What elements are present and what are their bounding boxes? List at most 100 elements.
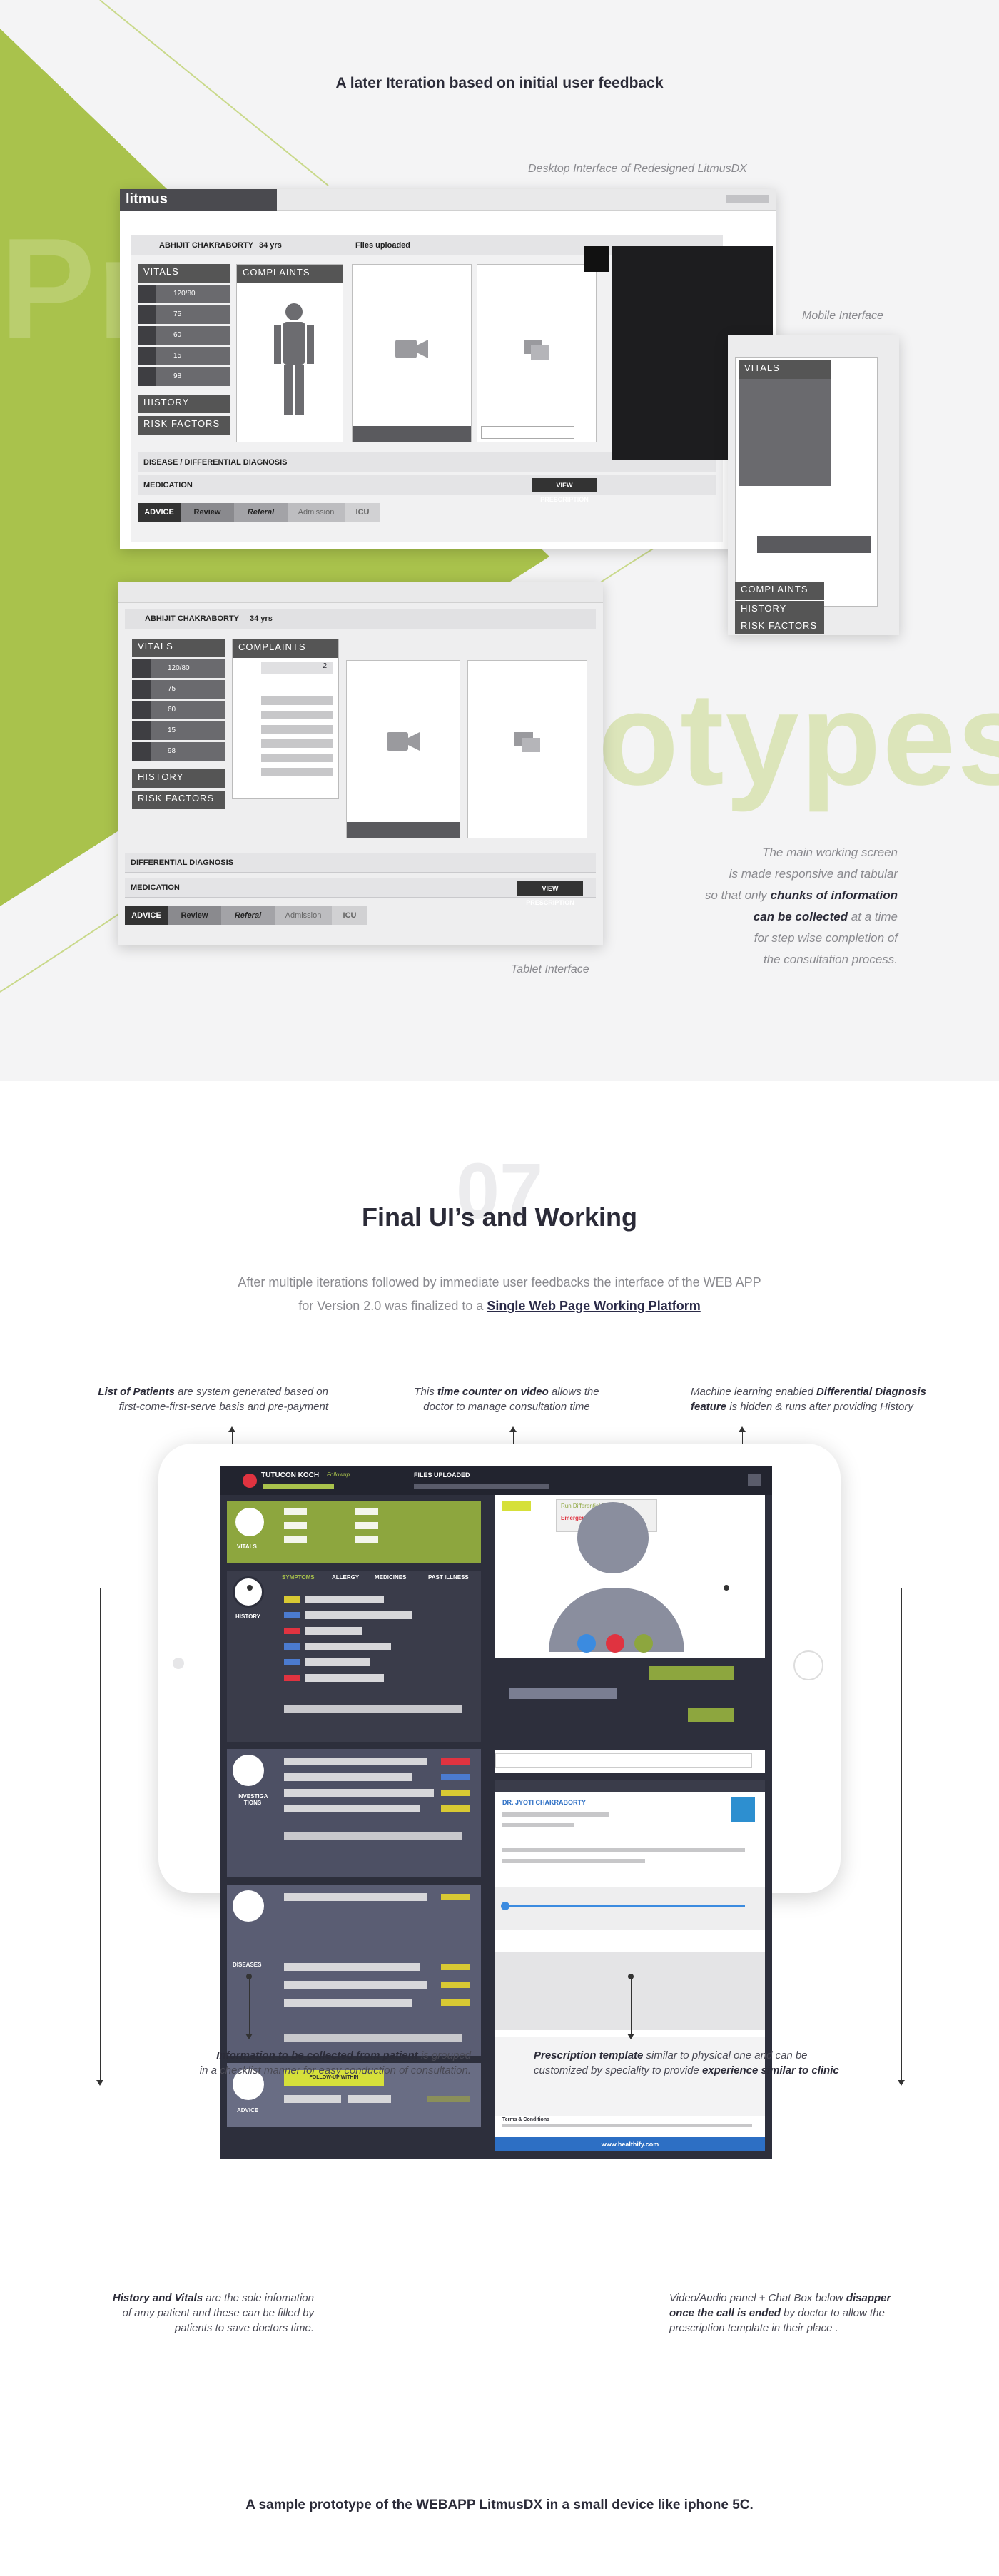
tablet-tab-advice[interactable]: ADVICE bbox=[125, 906, 168, 925]
mobile-mockup: VITALS COMPLAINTS HISTORY RISK FACTORS bbox=[728, 335, 899, 635]
app-files-uploaded: FILES UPLOADED bbox=[414, 1471, 470, 1479]
tablet-view-prescription-button[interactable]: VIEW PRESCRIPTION bbox=[517, 881, 583, 906]
note-info-t1: is grouped bbox=[417, 2049, 471, 2062]
mute-icon[interactable] bbox=[577, 1634, 596, 1653]
tablet-patient-age: 34 yrs bbox=[250, 614, 273, 623]
note-ml: Machine learning enabled Differential Di… bbox=[691, 1384, 962, 1414]
slider-handle[interactable] bbox=[501, 1902, 509, 1910]
chat-input[interactable] bbox=[481, 426, 574, 439]
tablet-vital-spo2: 98 bbox=[168, 747, 176, 755]
tablet-tab-review[interactable]: Review bbox=[168, 906, 221, 925]
view-prescription-button[interactable]: VIEW PRESCRIPTION bbox=[532, 478, 597, 503]
note-rx-t2b: experience similar to clinic bbox=[701, 2064, 839, 2076]
edit-icon[interactable] bbox=[584, 246, 609, 272]
note-hist-bold: History and Vitals bbox=[112, 2292, 203, 2304]
portfolio-page: Pr otypes A later Iteration based on ini… bbox=[0, 0, 999, 2576]
tab-medicines[interactable]: MEDICINES bbox=[375, 1574, 406, 1581]
note-hist-t3: patients to save doctors time. bbox=[174, 2322, 314, 2334]
complaints-panel[interactable]: COMPLAINTS bbox=[236, 264, 343, 442]
tablet-caption: Tablet Interface bbox=[511, 963, 589, 975]
video-camera-icon bbox=[395, 340, 428, 358]
investigations-block[interactable]: INVESTIGA TIONS bbox=[227, 1749, 481, 1877]
note-patients-t2: first-come-first-serve basis and pre-pay… bbox=[118, 1401, 328, 1413]
side-note-line-2: is made responsive and tabular bbox=[729, 867, 898, 881]
tab-review[interactable]: Review bbox=[181, 503, 234, 522]
rx-banner: www.healthify.com bbox=[495, 2137, 765, 2151]
note-timer: This time counter on video allows the do… bbox=[371, 1384, 642, 1414]
section-heading: A later Iteration based on initial user … bbox=[335, 75, 664, 91]
note-ml-b: Differential Diagnosis bbox=[816, 1386, 926, 1398]
app-patient-name: TUTUCON KOCH bbox=[261, 1471, 320, 1479]
side-note-line-4b: at a time bbox=[848, 910, 898, 923]
tablet-tab-referal[interactable]: Referal bbox=[221, 906, 275, 925]
intro-line-2a: for Version 2.0 was finalized to a bbox=[298, 1299, 487, 1313]
note-timer-b: time counter on video bbox=[437, 1386, 549, 1398]
mobile-vitals-header[interactable]: VITALS bbox=[739, 360, 831, 379]
app-chat-input[interactable] bbox=[495, 1753, 752, 1768]
note-ml-a: Machine learning enabled bbox=[691, 1386, 816, 1398]
tablet-vitals-panel[interactable]: VITALS 120/80 75 60 15 98 HISTORY RISK F… bbox=[132, 639, 225, 809]
note-vid-a: Video/Audio panel + Chat Box below bbox=[669, 2292, 846, 2304]
tab-allergy[interactable]: ALLERGY bbox=[332, 1574, 359, 1581]
history-block[interactable]: HISTORY SYMPTOMS ALLERGY MEDICINES PAST … bbox=[227, 1571, 481, 1742]
mobile-risk[interactable]: RISK FACTORS bbox=[735, 618, 824, 634]
patient-name: ABHIJIT CHAKRABORTY bbox=[159, 241, 253, 250]
chat-toggle-icon[interactable] bbox=[634, 1634, 653, 1653]
vital-heart: 60 bbox=[173, 331, 182, 339]
end-call-icon[interactable] bbox=[606, 1634, 624, 1653]
side-note-line-3a: so that only bbox=[704, 888, 771, 902]
vitals-block[interactable]: VITALS bbox=[227, 1501, 481, 1563]
note-patients-t1: are system generated based on bbox=[174, 1386, 328, 1398]
note-timer-c: allows the bbox=[548, 1386, 599, 1398]
tablet-vital-bp: 120/80 bbox=[168, 664, 190, 672]
diseases-block[interactable]: DISEASES bbox=[227, 1885, 481, 2056]
tablet-tab-icu[interactable]: ICU bbox=[332, 906, 367, 925]
tablet-diagnosis-row[interactable]: DIFFERENTIAL DIAGNOSIS bbox=[125, 853, 596, 873]
tab-past-illness[interactable]: PAST ILLNESS bbox=[428, 1574, 469, 1581]
history-button[interactable]: HISTORY bbox=[138, 395, 230, 413]
desktop-caption: Desktop Interface of Redesigned LitmusDX bbox=[528, 163, 747, 175]
vitals-header[interactable]: VITALS bbox=[138, 264, 230, 283]
call-timer bbox=[502, 1501, 531, 1511]
note-rx-bold: Prescription template bbox=[534, 2049, 644, 2062]
vital-resp: 15 bbox=[173, 352, 182, 360]
mobile-history[interactable]: HISTORY bbox=[735, 601, 824, 619]
app-vitals-label: VITALS bbox=[237, 1543, 257, 1550]
tablet-patient-name: ABHIJIT CHAKRABORTY bbox=[145, 614, 239, 623]
terms-label: Terms & Conditions bbox=[502, 2117, 549, 2122]
video-call-panel: Run Differential Diagnosis Emergency ICU bbox=[495, 1495, 765, 1773]
tab-admission[interactable]: Admission bbox=[288, 503, 345, 522]
chat-icon bbox=[524, 340, 549, 360]
mobile-complaints[interactable]: COMPLAINTS bbox=[735, 582, 824, 600]
app-history-label: HISTORY bbox=[235, 1613, 261, 1620]
note-hist-t1: are the sole infomation bbox=[203, 2292, 314, 2304]
risk-factors-button[interactable]: RISK FACTORS bbox=[138, 416, 230, 435]
app-logo: litmus bbox=[120, 189, 277, 211]
single-page-link[interactable]: Single Web Page Working Platform bbox=[487, 1299, 700, 1313]
tablet-complaints-panel[interactable]: COMPLAINTS 2 bbox=[232, 639, 339, 799]
medication-row[interactable]: MEDICATION bbox=[138, 475, 716, 495]
tablet-complaints-header[interactable]: COMPLAINTS bbox=[233, 639, 338, 658]
vitals-panel[interactable]: VITALS 120/80 75 60 15 98 HISTORY RISK F… bbox=[138, 264, 230, 435]
tab-advice[interactable]: ADVICE bbox=[138, 503, 181, 522]
tablet-video-camera-icon bbox=[387, 732, 420, 751]
tablet-vitals-header[interactable]: VITALS bbox=[132, 639, 225, 657]
complaints-header[interactable]: COMPLAINTS bbox=[237, 265, 343, 283]
note-ml-c: feature bbox=[691, 1401, 727, 1413]
tablet-risk-button[interactable]: RISK FACTORS bbox=[132, 791, 225, 809]
note-info: Information to be collected from patient… bbox=[143, 2048, 471, 2078]
tablet-tab-admission[interactable]: Admission bbox=[275, 906, 332, 925]
tablet-vital-heart: 60 bbox=[168, 706, 176, 714]
complaint-count: 2 bbox=[261, 662, 333, 674]
vital-bp: 120/80 bbox=[173, 290, 196, 298]
note-history-vitals: History and Vitals are the sole infomati… bbox=[43, 2291, 314, 2336]
note-video: Video/Audio panel + Chat Box below disap… bbox=[669, 2291, 955, 2336]
tablet-vital-pulse: 75 bbox=[168, 685, 176, 693]
tab-icu[interactable]: ICU bbox=[345, 503, 380, 522]
tablet-history-button[interactable]: HISTORY bbox=[132, 769, 225, 788]
tab-symptoms[interactable]: SYMPTOMS bbox=[282, 1574, 315, 1581]
tab-referal[interactable]: Referal bbox=[234, 503, 288, 522]
note-patients: List of Patients are system generated ba… bbox=[57, 1384, 328, 1414]
final-ui-section: 07 Final UI’s and Working After multiple… bbox=[0, 1081, 999, 2576]
note-vid-d: by doctor to allow the bbox=[780, 2307, 885, 2319]
